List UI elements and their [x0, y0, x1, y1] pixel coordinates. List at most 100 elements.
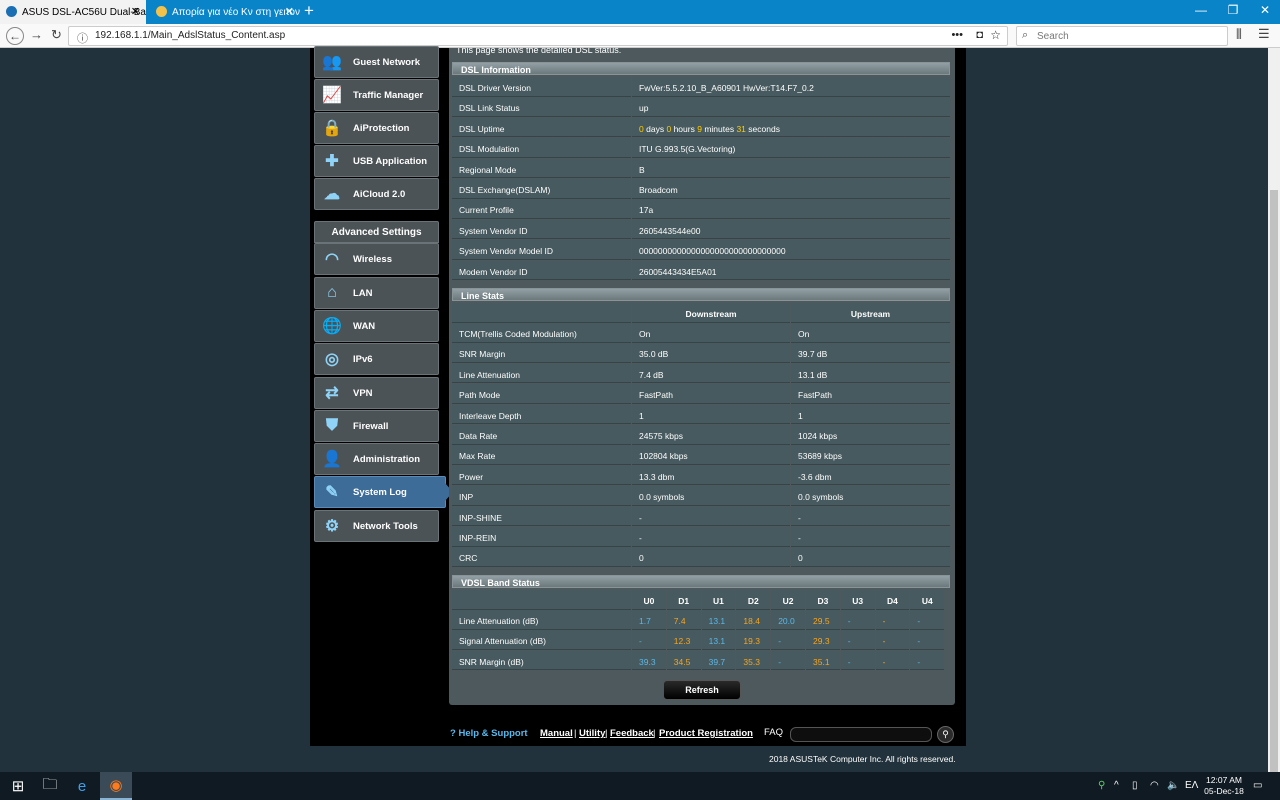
line-stats-row: Power 13.3 dbm -3.6 dbm [452, 465, 950, 486]
faq-search-input[interactable] [790, 727, 932, 742]
dsl-info-label: Current Profile [452, 199, 631, 219]
bookmark-star-icon[interactable]: ☆ [990, 28, 1001, 42]
dsl-info-label: DSL Uptime [452, 117, 631, 138]
sidebar-item-traffic-manager[interactable]: 📈 Traffic Manager [314, 79, 439, 111]
window-close-icon[interactable]: ✕ [1250, 3, 1280, 17]
downstream-value: 35.0 dB [632, 343, 790, 363]
dsl-info-label: Modem Vendor ID [452, 260, 631, 281]
band-value: 13.1 [701, 630, 736, 650]
dsl-info-row: DSL Modulation ITU G.993.5(G.Vectoring) [452, 138, 950, 158]
uptime-minutes: 9 [697, 123, 702, 134]
tab-router[interactable]: ASUS DSL-AC56U Dual-Band W ✕ [0, 0, 146, 24]
line-stats-label: Data Rate [452, 425, 631, 445]
network-icon[interactable]: ◠ [1150, 780, 1159, 791]
dsl-info-label: DSL Driver Version [452, 77, 631, 97]
dsl-info-value: ITU G.993.5(G.Vectoring) [632, 138, 950, 158]
vdsl-band-label: SNR Margin (dB) [452, 650, 631, 671]
sidebar-item-wireless[interactable]: ◠ Wireless [314, 243, 439, 275]
device-icon[interactable]: ▯ [1132, 780, 1138, 791]
help-support-link[interactable]: ? Help & Support [450, 728, 528, 739]
page-actions-icon[interactable]: ••• [951, 29, 963, 41]
line-stats-row: INP-SHINE - - [452, 506, 950, 527]
sidebar-item-vpn[interactable]: ⇄ VPN [314, 377, 439, 409]
manual-link[interactable]: Manual [540, 728, 573, 739]
line-stats-row: SNR Margin 35.0 dB 39.7 dB [452, 343, 950, 363]
sidebar-item-system-log[interactable]: ✎ System Log [314, 476, 453, 508]
band-header: U0 [632, 590, 666, 610]
line-stats-row: TCM(Trellis Coded Modulation) On On [452, 323, 950, 343]
restore-icon[interactable]: ❐ [1218, 3, 1248, 17]
upstream-value: 1 [791, 404, 950, 425]
sidebar-item-label: USB Application [353, 155, 428, 167]
upstream-value: 0.0 symbols [791, 486, 950, 506]
sidebar-item-label: Wireless [353, 253, 392, 265]
product-registration-link[interactable]: Product Registration [659, 728, 753, 739]
hidden-icons-icon[interactable]: ^ [1114, 780, 1119, 791]
info-icon[interactable]: ⓘ [77, 30, 88, 46]
dsl-info-value: Broadcom [632, 179, 950, 199]
url-bar[interactable]: ⓘ 192.168.1.1/Main_AdslStatus_Content.as… [68, 26, 1008, 46]
sidebar-item-guest-network[interactable]: 👥 Guest Network [314, 46, 439, 78]
notifications-icon[interactable]: ▭ [1253, 780, 1262, 791]
sidebar-item-ipv6[interactable]: ◎ IPv6 [314, 343, 439, 375]
upstream-header: Upstream [791, 303, 950, 323]
feedback-link[interactable]: Feedback [610, 728, 654, 739]
guest-network-icon: 👥 [322, 54, 342, 71]
page-scrollbar[interactable] [1268, 48, 1280, 772]
firefox-icon[interactable]: ◉ [100, 772, 132, 800]
browser-tab-bar: ASUS DSL-AC56U Dual-Band W ✕ Απορία για … [0, 0, 1280, 24]
pocket-icon[interactable]: ◘ [976, 29, 983, 41]
sidebar-item-lan[interactable]: ⌂ LAN [314, 277, 439, 309]
file-explorer-icon[interactable]: 🗀 [34, 772, 66, 800]
utility-link[interactable]: Utility [579, 728, 605, 739]
edge-icon[interactable]: e [66, 772, 98, 800]
sidebar-item-label: LAN [353, 287, 373, 299]
menu-icon[interactable]: ☰ [1258, 27, 1270, 41]
band-value: - [875, 630, 910, 650]
sidebar-item-usb-application[interactable]: ✚ USB Application [314, 145, 439, 177]
search-input[interactable]: ⌕ Search [1016, 26, 1228, 46]
band-value: 12.3 [666, 630, 701, 650]
sidebar-item-network-tools[interactable]: ⚙ Network Tools [314, 510, 439, 542]
sidebar-item-administration[interactable]: 👤 Administration [314, 443, 439, 475]
volume-icon[interactable]: 🔈 [1167, 780, 1179, 791]
dsl-info-row: DSL Uptime 0 days 0 hours 9 minutes 31 se… [452, 117, 950, 138]
sidebar-item-aicloud[interactable]: ☁ AiCloud 2.0 [314, 178, 439, 210]
band-value: 29.3 [806, 630, 840, 650]
uptime-hours: 0 [666, 123, 672, 134]
forward-icon[interactable]: → [30, 28, 43, 42]
close-tab-icon[interactable]: ✕ [131, 5, 140, 18]
library-icon[interactable]: ⫴ [1236, 27, 1242, 41]
url-text: 192.168.1.1/Main_AdslStatus_Content.asp [95, 30, 286, 41]
line-stats-row: CRC 0 0 [452, 547, 950, 567]
downstream-value: 7.4 dB [632, 363, 790, 384]
sidebar-item-wan[interactable]: 🌐 WAN [314, 310, 439, 342]
sidebar-item-label: Network Tools [353, 520, 418, 532]
sidebar-item-firewall[interactable]: ⛊ Firewall [314, 410, 439, 442]
reload-icon[interactable]: ↻ [51, 28, 62, 42]
dsl-info-value: 26005443434E5A01 [632, 260, 950, 281]
close-tab-icon[interactable]: ✕ [285, 5, 294, 18]
faq-search-icon[interactable]: ⚲ [937, 726, 954, 743]
dsl-info-label: System Vendor ID [452, 219, 631, 240]
band-header: D3 [806, 590, 840, 610]
back-icon[interactable]: ← [6, 27, 24, 45]
band-header: D1 [666, 590, 701, 610]
band-value: 39.7 [701, 650, 736, 671]
sidebar-item-label: System Log [353, 486, 407, 498]
tray-app-icon[interactable]: ⚲ [1098, 780, 1105, 791]
clock[interactable]: 12:07 AM 05-Dec-18 [1198, 775, 1250, 797]
new-tab-icon[interactable]: + [304, 2, 314, 20]
start-icon[interactable]: ⊞ [2, 772, 34, 800]
upstream-value: 39.7 dB [791, 343, 950, 363]
dsl-info-row: System Vendor Model ID 000000000000000000… [452, 240, 950, 260]
language-indicator[interactable]: ΕΛ [1185, 780, 1198, 791]
sidebar-item-aiprotection[interactable]: 🔒 AiProtection [314, 112, 439, 144]
tab-forum[interactable]: Απορία για νέο Κν στη γειτονι ✕ [150, 0, 300, 24]
minimize-icon[interactable]: — [1186, 3, 1216, 17]
dsl-info-row: DSL Link Status up [452, 97, 950, 117]
upstream-value: 1024 kbps [791, 425, 950, 445]
refresh-button[interactable]: Refresh [663, 680, 741, 700]
upstream-value: - [791, 506, 950, 527]
scrollbar-thumb[interactable] [1270, 190, 1278, 772]
